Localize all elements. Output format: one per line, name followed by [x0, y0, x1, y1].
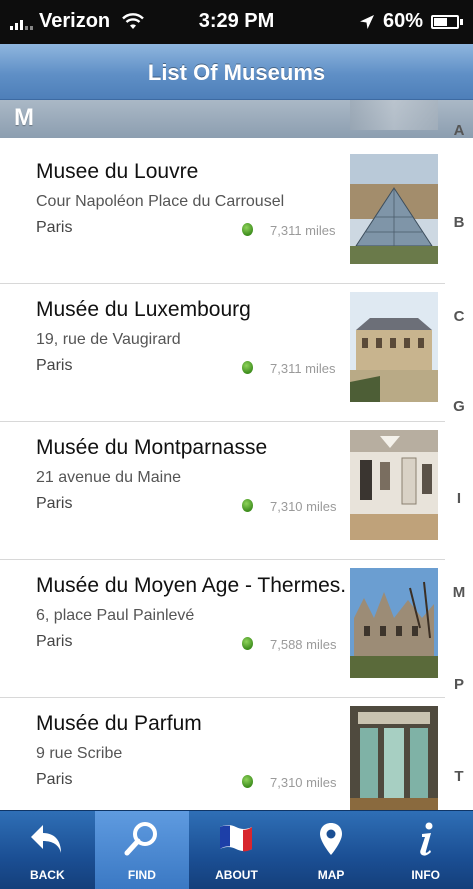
map-pin-icon — [320, 823, 343, 855]
index-letter[interactable]: A — [445, 122, 473, 139]
museum-address: 6, place Paul Painlevé — [36, 607, 195, 624]
index-letter[interactable]: I — [445, 490, 473, 507]
museum-photo — [350, 706, 438, 816]
alphabet-index[interactable]: A B C G I M P T — [445, 100, 473, 810]
museum-address: Cour Napoléon Place du Carrousel — [36, 193, 285, 210]
museum-city: Paris — [36, 219, 73, 236]
back-arrow-icon — [31, 825, 62, 853]
info-icon — [419, 822, 433, 856]
nav-bar: List Of Museums — [0, 44, 473, 100]
battery-icon — [431, 14, 463, 29]
museum-distance: 7,311 miles — [270, 361, 336, 376]
museum-city: Paris — [36, 771, 73, 788]
tab-info[interactable]: INFO — [378, 811, 473, 889]
tab-bar: BACK FIND ABOUT MAP INFO — [0, 810, 473, 889]
list-item-louvre[interactable]: Musee du Louvre Cour Napoléon Place du C… — [0, 146, 445, 284]
museum-city: Paris — [36, 357, 73, 374]
tab-label: BACK — [29, 868, 65, 882]
distance-dot-icon — [242, 361, 253, 374]
page-title: List Of Museums — [147, 60, 326, 85]
museum-distance: 7,310 miles — [270, 499, 337, 514]
museum-distance: 7,588 miles — [270, 637, 337, 652]
french-flag-icon — [220, 825, 253, 852]
list-item-moyen-age[interactable]: Musée du Moyen Age - Thermes. 6, place P… — [0, 560, 445, 698]
battery-fill — [434, 17, 448, 26]
index-letter[interactable]: G — [445, 398, 473, 415]
battery-percent: 60% — [382, 10, 423, 32]
tab-label: FIND — [127, 868, 156, 882]
museum-name: Musée du Parfum — [36, 712, 202, 735]
museum-distance: 7,310 miles — [270, 775, 337, 790]
tab-find[interactable]: FIND — [94, 811, 190, 889]
index-letter[interactable]: C — [445, 308, 473, 325]
museum-name: Musée du Moyen Age - Thermes. — [36, 574, 347, 597]
museum-address: 9 rue Scribe — [36, 745, 123, 762]
museum-photo — [350, 154, 438, 264]
tab-label: ABOUT — [215, 868, 258, 882]
museum-name: Musee du Louvre — [36, 160, 199, 183]
tab-back[interactable]: BACK — [0, 811, 95, 889]
index-letter[interactable]: T — [445, 768, 473, 785]
museum-address: 21 avenue du Maine — [36, 469, 181, 486]
museum-distance: 7,311 miles — [270, 223, 336, 238]
section-letter: M — [14, 104, 34, 131]
index-letter[interactable]: P — [445, 676, 473, 693]
museum-photo — [350, 430, 438, 540]
magnifier-icon — [124, 822, 157, 856]
section-header: M — [0, 100, 473, 138]
tab-about[interactable]: ABOUT — [189, 811, 284, 889]
distance-dot-icon — [242, 775, 253, 788]
tab-label: INFO — [411, 868, 440, 882]
status-bar: Verizon 3:29 PM 60% — [0, 0, 473, 44]
list-item-montparnasse[interactable]: Musée du Montparnasse 21 avenue du Maine… — [0, 422, 445, 560]
section-thumbnail — [350, 100, 438, 130]
museum-name: Musée du Luxembourg — [36, 298, 251, 321]
list-item-luxembourg[interactable]: Musée du Luxembourg 19, rue de Vaugirard… — [0, 284, 445, 422]
museum-list: Musee du Louvre Cour Napoléon Place du C… — [0, 146, 445, 836]
index-letter[interactable]: B — [445, 214, 473, 231]
distance-dot-icon — [242, 499, 253, 512]
museum-photo — [350, 292, 438, 402]
distance-dot-icon — [242, 223, 253, 236]
museum-city: Paris — [36, 495, 73, 512]
museum-city: Paris — [36, 633, 73, 650]
distance-dot-icon — [242, 637, 253, 650]
museum-address: 19, rue de Vaugirard — [36, 331, 181, 348]
museum-photo — [350, 568, 438, 678]
tab-map[interactable]: MAP — [284, 811, 379, 889]
location-arrow-icon — [359, 14, 374, 29]
tab-label: MAP — [317, 868, 345, 882]
museum-name: Musée du Montparnasse — [36, 436, 268, 459]
status-right: 60% — [359, 10, 463, 33]
index-letter[interactable]: M — [445, 584, 473, 601]
